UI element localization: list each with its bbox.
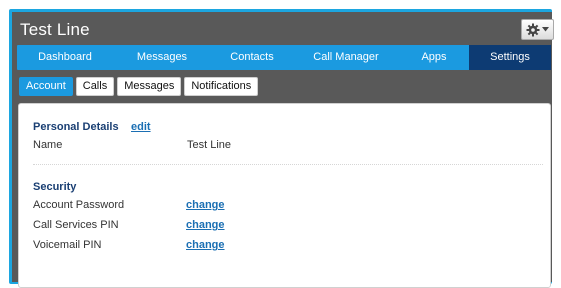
caret-down-icon (542, 27, 549, 32)
nav-item-dashboard[interactable]: Dashboard (17, 45, 113, 70)
call-services-pin-change-link[interactable]: change (186, 219, 225, 231)
voicemail-pin-change-link[interactable]: change (186, 239, 225, 251)
security-heading: Security (33, 181, 77, 193)
call-services-pin-label: Call Services PIN (33, 219, 119, 231)
tab-notifications[interactable]: Notifications (184, 77, 259, 96)
settings-subtabs: Account Calls Messages Notifications (19, 77, 259, 96)
nav-item-settings[interactable]: Settings (469, 45, 551, 70)
account-password-change-link[interactable]: change (186, 199, 225, 211)
section-divider (33, 164, 543, 165)
account-window: Test Line Dashboard Messages Contacts Ca… (12, 12, 554, 288)
personal-details-heading: Personal Details (33, 121, 119, 133)
main-nav: Dashboard Messages Contacts Call Manager… (17, 45, 551, 70)
account-password-label: Account Password (33, 199, 125, 211)
voicemail-pin-label: Voicemail PIN (33, 239, 102, 251)
name-label: Name (33, 139, 63, 151)
tab-messages[interactable]: Messages (117, 77, 182, 96)
nav-item-messages[interactable]: Messages (113, 45, 211, 70)
window-title: Test Line (20, 20, 90, 39)
account-panel: Personal Details edit Name Test Line Sec… (18, 103, 551, 288)
nav-item-contacts[interactable]: Contacts (211, 45, 293, 70)
name-value: Test Line (187, 139, 232, 151)
tab-account[interactable]: Account (19, 77, 73, 96)
nav-item-apps[interactable]: Apps (399, 45, 469, 70)
tab-calls[interactable]: Calls (75, 77, 115, 96)
nav-item-call-manager[interactable]: Call Manager (293, 45, 399, 70)
gear-icon (526, 23, 540, 36)
settings-menu-button[interactable] (521, 19, 554, 40)
personal-details-edit-link[interactable]: edit (131, 121, 151, 133)
